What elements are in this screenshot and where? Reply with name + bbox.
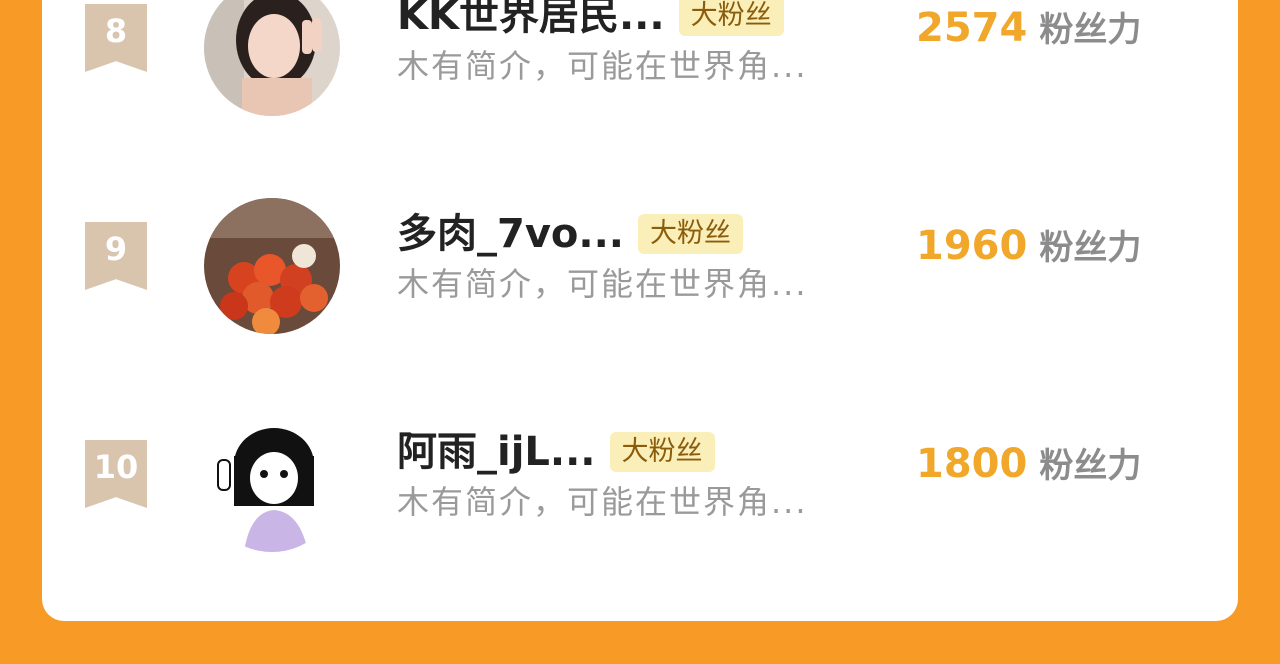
fan-badge: 大粉丝 xyxy=(678,0,784,36)
fan-ranking-card: 8 KK世界居民... 大粉丝 木有简介，可能在世界角... 2574 粉丝力 xyxy=(42,0,1238,621)
user-name[interactable]: KK世界居民... xyxy=(397,0,665,40)
fan-score-unit: 粉丝力 xyxy=(1039,10,1142,50)
fan-score: 2574 粉丝力 xyxy=(916,2,1141,54)
user-bio: 木有简介，可能在世界角... xyxy=(397,483,808,521)
fan-score-value: 1960 xyxy=(916,223,1028,269)
fan-score-unit: 粉丝力 xyxy=(1039,228,1142,268)
ranking-row[interactable]: 8 KK世界居民... 大粉丝 木有简介，可能在世界角... 2574 粉丝力 xyxy=(42,0,1238,144)
user-name-line: 阿雨_ijL... 大粉丝 xyxy=(397,428,715,476)
user-name[interactable]: 多肉_7vo... xyxy=(397,210,624,258)
avatar[interactable] xyxy=(204,416,340,552)
rank-number: 10 xyxy=(93,448,139,486)
user-bio: 木有简介，可能在世界角... xyxy=(397,265,808,303)
fan-score-value: 2574 xyxy=(916,5,1028,51)
fan-score-unit: 粉丝力 xyxy=(1039,446,1142,486)
ranking-row[interactable]: 9 多肉_7vo... 大粉丝 木有简介，可能在世界角... 1960 粉丝力 xyxy=(42,198,1238,362)
rank-ribbon-icon: 9 xyxy=(85,222,147,290)
avatar[interactable] xyxy=(204,0,340,116)
avatar[interactable] xyxy=(204,198,340,334)
rank-ribbon-icon: 8 xyxy=(85,4,147,72)
user-name-line: 多肉_7vo... 大粉丝 xyxy=(397,210,743,258)
rank-number: 9 xyxy=(104,230,128,268)
rank-number: 8 xyxy=(104,12,128,50)
user-name-line: KK世界居民... 大粉丝 xyxy=(397,0,784,40)
fan-score: 1960 粉丝力 xyxy=(916,220,1141,272)
user-bio: 木有简介，可能在世界角... xyxy=(397,47,808,85)
fan-badge: 大粉丝 xyxy=(609,432,715,472)
user-name[interactable]: 阿雨_ijL... xyxy=(397,428,596,476)
fan-badge: 大粉丝 xyxy=(637,214,743,254)
rank-ribbon-icon: 10 xyxy=(85,440,147,508)
fan-score-value: 1800 xyxy=(916,441,1028,487)
ranking-row[interactable]: 10 阿雨_ijL... 大粉丝 木有简介，可能在世界角... 1800 粉丝力 xyxy=(42,416,1238,580)
fan-score: 1800 粉丝力 xyxy=(916,438,1141,490)
